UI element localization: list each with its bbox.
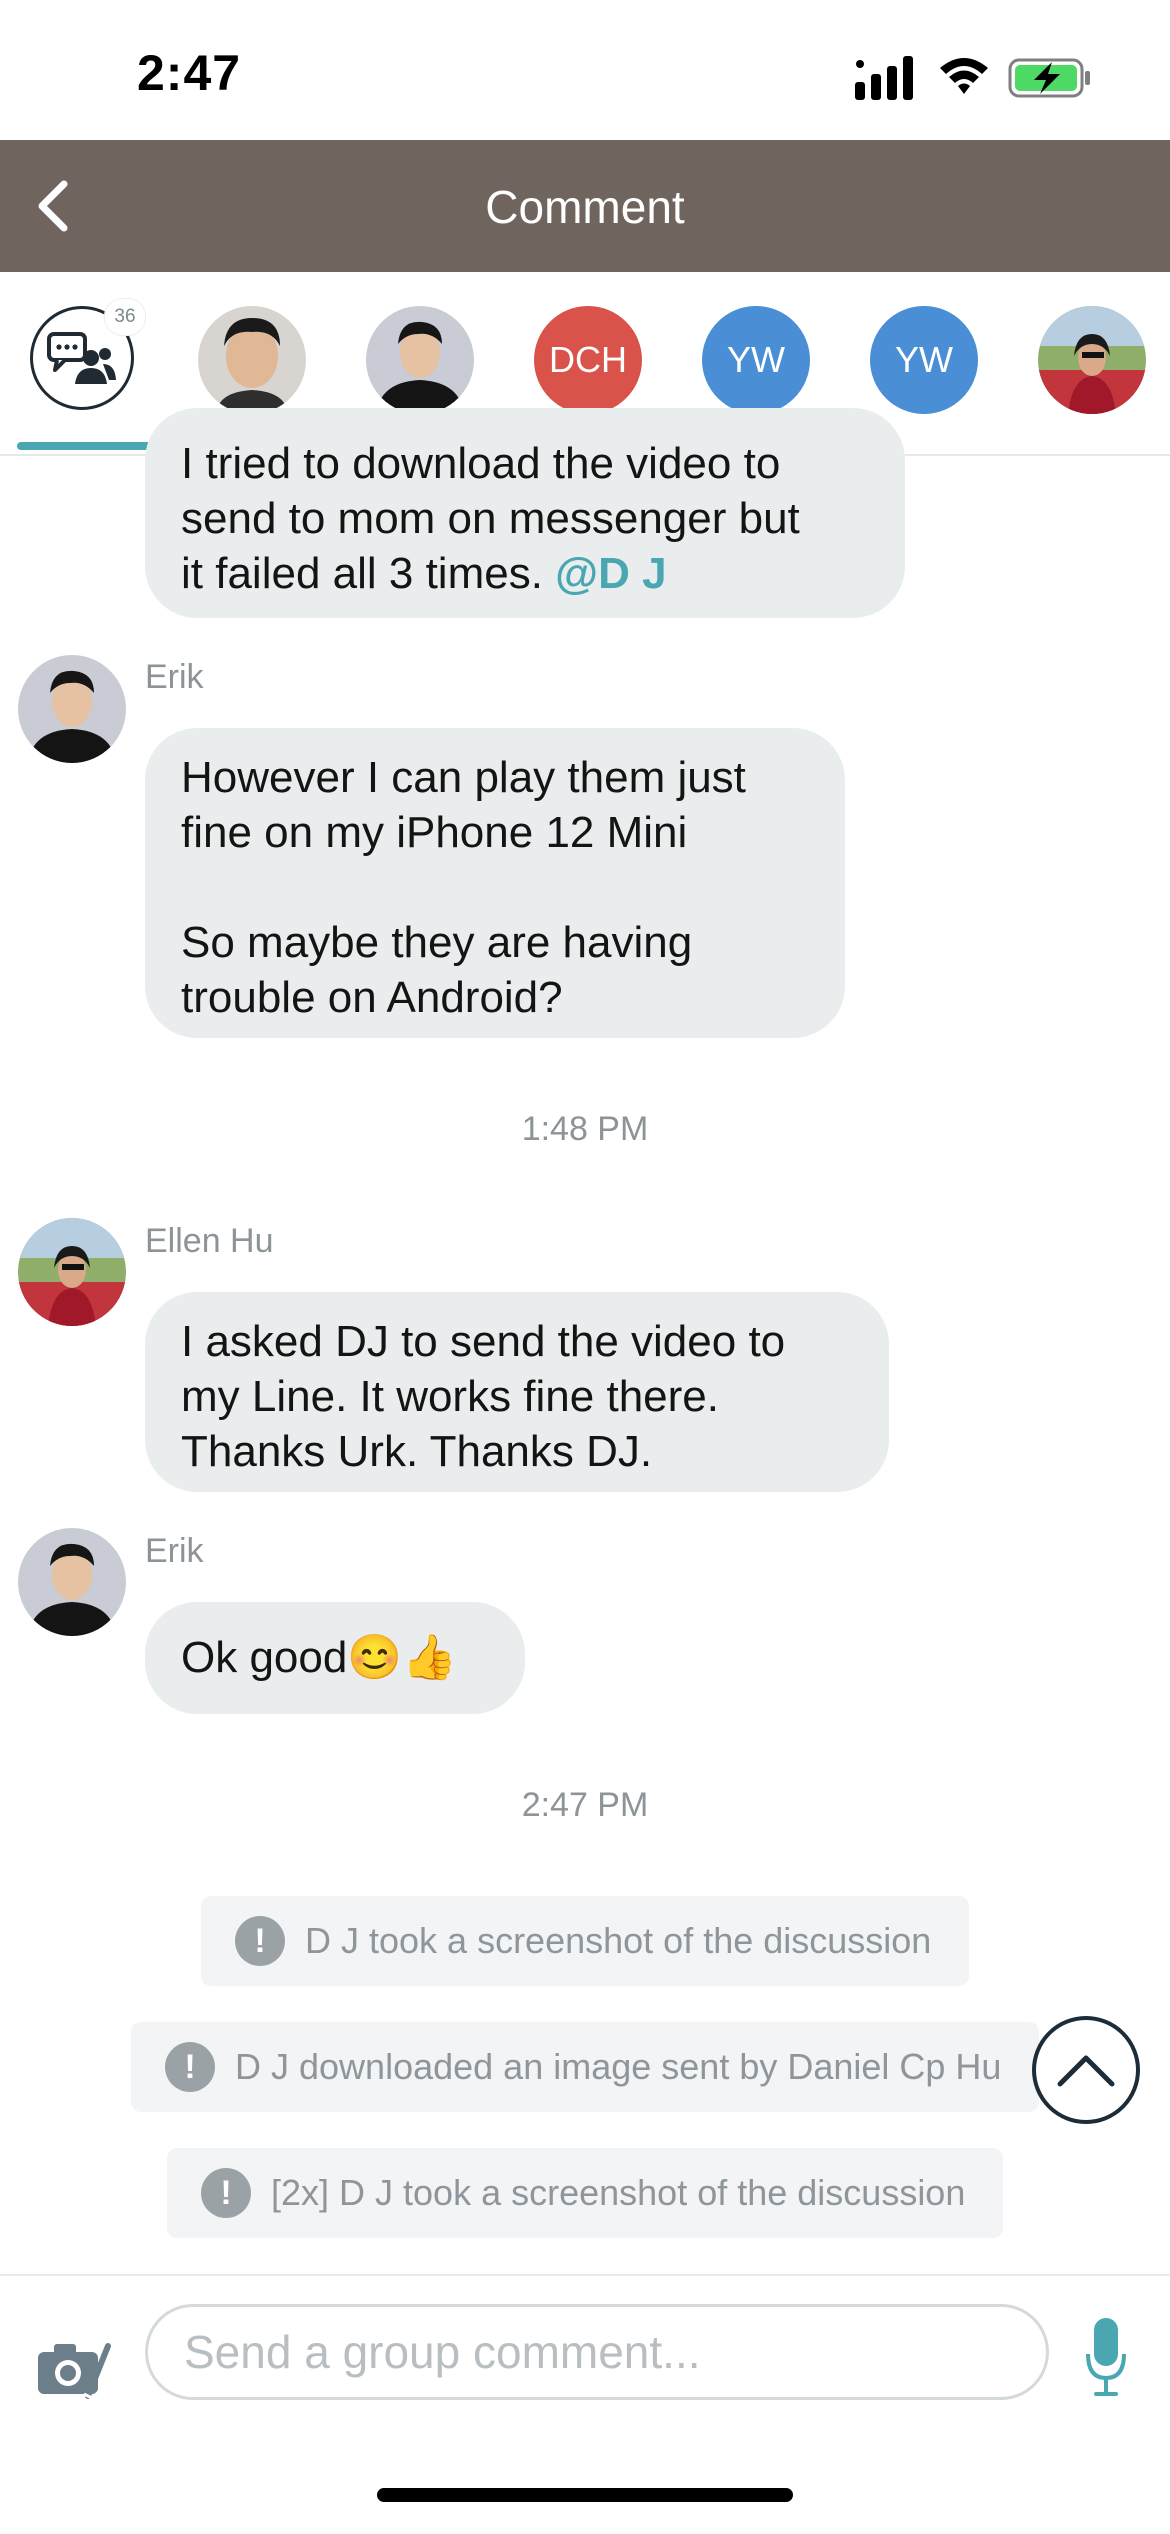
sender-name: Erik xyxy=(145,658,204,696)
comment-input[interactable] xyxy=(145,2304,1049,2400)
message-text-line: I asked DJ to send the video to xyxy=(181,1317,786,1366)
microphone-icon[interactable] xyxy=(1086,2318,1126,2398)
message-text-line: it failed all 3 times. @D J xyxy=(181,546,869,601)
exclamation-icon: ! xyxy=(201,2168,251,2218)
sender-name: Erik xyxy=(145,1532,204,1570)
exclamation-icon: ! xyxy=(165,2042,215,2092)
battery-charging-icon xyxy=(1008,58,1090,98)
wifi-icon xyxy=(940,58,988,94)
mention-link[interactable]: @D J xyxy=(555,549,666,598)
message-text: it failed all 3 times. xyxy=(181,549,543,598)
avatar xyxy=(18,655,126,763)
message-text-line: However I can play them just xyxy=(181,753,746,802)
sender-avatar[interactable] xyxy=(18,1528,126,1636)
message-text-line: So maybe they are having xyxy=(181,918,693,967)
camera-icon[interactable] xyxy=(36,2336,112,2400)
scroll-up-button[interactable] xyxy=(1032,2016,1140,2124)
message-text-line: Thanks Urk. Thanks DJ. xyxy=(181,1427,653,1476)
message-text: Ok good😊👍 xyxy=(181,1633,457,1682)
message-text-line: send to mom on messenger but xyxy=(181,494,800,543)
avatar xyxy=(18,1528,126,1636)
message-text-line: trouble on Android? xyxy=(181,973,563,1022)
system-notice: ! D J downloaded an image sent by Daniel… xyxy=(131,2022,1039,2112)
system-notice-text: [2x] D J took a screenshot of the discus… xyxy=(271,2172,966,2213)
message-text-line: fine on my iPhone 12 Mini xyxy=(181,808,688,857)
timestamp-separator: 2:47 PM xyxy=(521,1786,649,1824)
sender-avatar[interactable] xyxy=(18,655,126,763)
cellular-signal-icon xyxy=(855,56,913,100)
system-notice: ! D J took a screenshot of the discussio… xyxy=(201,1896,969,1986)
exclamation-icon: ! xyxy=(235,1916,285,1966)
status-time: 2:47 xyxy=(137,45,242,101)
nav-bar: Comment xyxy=(0,140,1170,272)
message-bubble[interactable]: However I can play them just fine on my … xyxy=(145,728,845,1038)
message-bubble[interactable]: I asked DJ to send the video to my Line.… xyxy=(145,1292,889,1492)
home-indicator xyxy=(377,2488,793,2502)
message-bubble[interactable]: Ok good😊👍 xyxy=(145,1602,525,1714)
system-notice-text: D J took a screenshot of the discussion xyxy=(305,1920,932,1961)
timestamp-separator: 1:48 PM xyxy=(521,1110,649,1148)
system-notice-text: D J downloaded an image sent by Daniel C… xyxy=(235,2046,1002,2087)
chevron-up-icon xyxy=(1057,2055,1115,2087)
sender-name: Ellen Hu xyxy=(145,1222,274,1260)
system-notice: ! [2x] D J took a screenshot of the disc… xyxy=(167,2148,1003,2238)
message-text-line: my Line. It works fine there. xyxy=(181,1372,719,1421)
avatar xyxy=(18,1218,126,1326)
sender-avatar[interactable] xyxy=(18,1218,126,1326)
page-title: Comment xyxy=(485,181,685,233)
